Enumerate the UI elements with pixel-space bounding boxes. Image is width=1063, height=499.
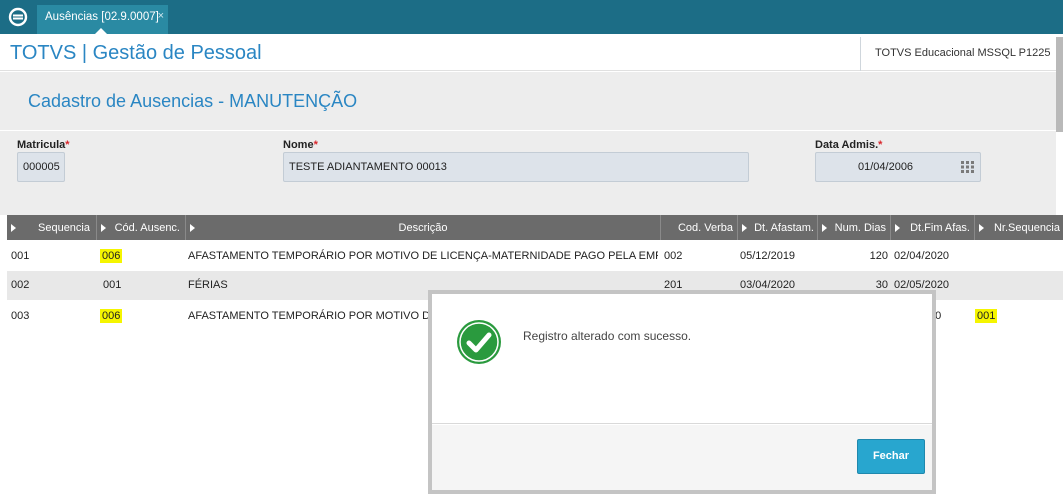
matricula-field[interactable]: 000005: [17, 152, 65, 182]
app-title: TOTVS | Gestão de Pessoal: [10, 42, 262, 64]
cell-cod-ausenc: 006: [100, 309, 123, 323]
cell-descricao: AFASTAMENTO TEMPORÁRIO POR MOTIVO DE LI: [188, 310, 428, 322]
column-header-num-dias[interactable]: Num. Dias: [818, 215, 891, 240]
expand-arrow-icon: [979, 224, 984, 232]
top-bar: Ausências [02.9.0007] ×: [0, 0, 1063, 35]
cell-nr-sequencia: 001: [975, 309, 998, 323]
expand-arrow-icon: [190, 224, 195, 232]
data-admis-value: 01/04/2006: [858, 161, 914, 173]
close-tab-icon[interactable]: ×: [158, 10, 164, 22]
dialog-body: Registro alterado com sucesso.: [432, 294, 932, 424]
check-circle-icon: [457, 320, 501, 364]
calendar-icon[interactable]: [961, 161, 975, 173]
column-header-nr-sequencia[interactable]: Nr.Sequencia: [975, 215, 1063, 240]
fechar-button[interactable]: Fechar: [857, 439, 925, 474]
cell-cod-ausenc: 006: [100, 249, 123, 263]
divider: [0, 130, 1056, 131]
column-header-cod-verba[interactable]: Cod. Verba: [661, 215, 738, 240]
expand-arrow-icon: [11, 224, 16, 232]
cell-sequencia: 003: [11, 310, 30, 322]
cell-descricao: AFASTAMENTO TEMPORÁRIO POR MOTIVO DE LIC…: [188, 250, 658, 262]
tab-indicator: [94, 28, 108, 35]
success-dialog: Registro alterado com sucesso. Fechar: [428, 290, 936, 494]
expand-arrow-icon: [822, 224, 827, 232]
expand-arrow-icon: [101, 224, 106, 232]
matricula-label: Matricula*: [17, 139, 70, 151]
column-header-dt-afastam[interactable]: Dt. Afastam.: [738, 215, 818, 240]
grid-header: Sequencia Cód. Ausenc. Descrição Cod. Ve…: [7, 215, 1063, 240]
column-header-cod-ausenc[interactable]: Cód. Ausenc.: [97, 215, 186, 240]
column-header-dt-fim-afas[interactable]: Dt.Fim Afas.: [891, 215, 975, 240]
cell-cod-verba: 002: [664, 250, 683, 262]
nome-label: Nome*: [283, 139, 318, 151]
totvs-logo-icon[interactable]: [8, 7, 28, 27]
nome-field[interactable]: TESTE ADIANTAMENTO 00013: [283, 152, 749, 182]
cell-cod-ausenc: 001: [103, 279, 122, 291]
cell-num-dias: 120: [869, 250, 888, 262]
cell-sequencia: 001: [11, 250, 30, 262]
tab-label: Ausências [02.9.0007]: [45, 11, 159, 23]
app-header: TOTVS | Gestão de Pessoal TOTVS Educacio…: [0, 37, 1063, 71]
cell-sequencia: 002: [11, 279, 30, 291]
expand-arrow-icon: [895, 224, 900, 232]
environment-label: TOTVS Educacional MSSQL P1225: [860, 37, 1056, 71]
cell-dt-fim-afas: 02/04/2020: [894, 250, 950, 262]
vertical-scrollbar[interactable]: [1056, 37, 1063, 132]
table-row[interactable]: 001 006 AFASTAMENTO TEMPORÁRIO POR MOTIV…: [7, 242, 1063, 271]
page-title: Cadastro de Ausencias - MANUTENÇÃO: [28, 91, 358, 111]
column-header-descricao[interactable]: Descrição: [186, 215, 661, 240]
expand-arrow-icon: [742, 224, 747, 232]
data-admis-field[interactable]: 01/04/2006: [815, 152, 981, 182]
dialog-message: Registro alterado com sucesso.: [523, 329, 692, 343]
form-area: Cadastro de Ausencias - MANUTENÇÃO Matri…: [0, 72, 1056, 215]
cell-dt-afastam: 05/12/2019: [740, 250, 796, 262]
column-header-sequencia[interactable]: Sequencia: [7, 215, 97, 240]
data-admis-label: Data Admis.*: [815, 139, 883, 151]
